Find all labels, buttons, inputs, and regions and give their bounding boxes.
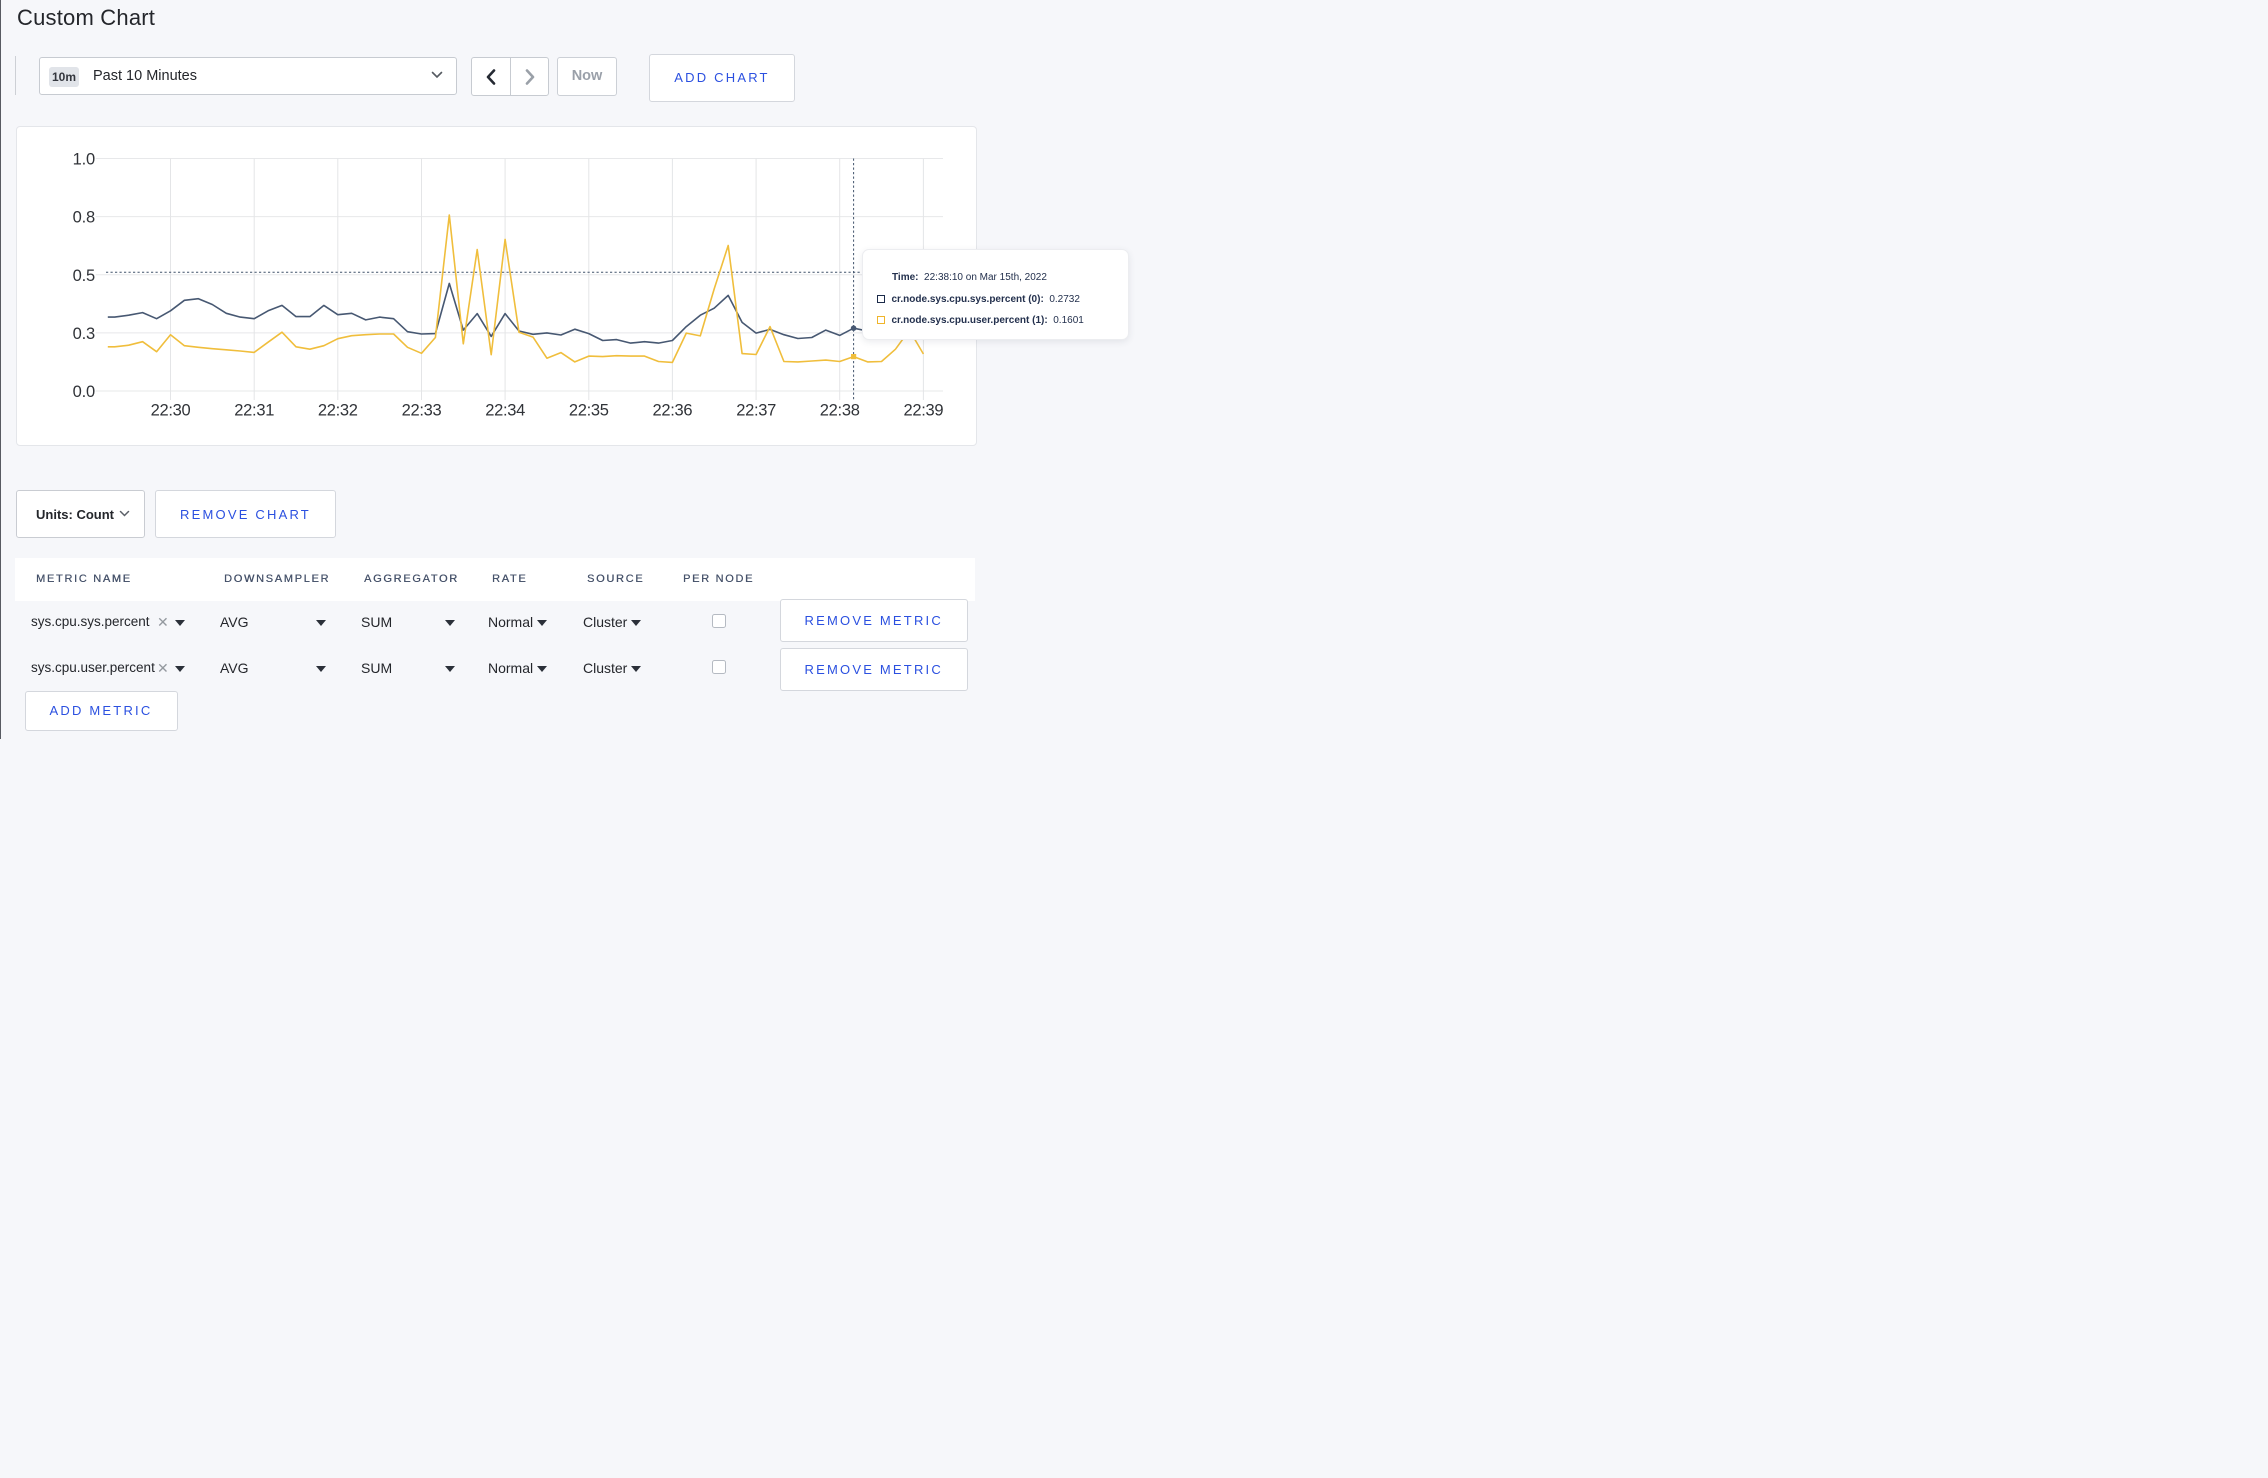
svg-text:0.5: 0.5 (73, 267, 95, 285)
svg-text:22:38: 22:38 (820, 402, 860, 420)
svg-text:22:36: 22:36 (653, 402, 693, 420)
svg-text:0.3: 0.3 (73, 325, 95, 343)
svg-text:22:33: 22:33 (402, 402, 442, 420)
svg-text:0.0: 0.0 (73, 383, 95, 401)
svg-text:22:32: 22:32 (318, 402, 358, 420)
svg-text:22:30: 22:30 (151, 402, 191, 420)
svg-text:22:37: 22:37 (736, 402, 776, 420)
svg-text:22:31: 22:31 (234, 402, 274, 420)
svg-text:22:35: 22:35 (569, 402, 609, 420)
svg-text:22:39: 22:39 (904, 402, 944, 420)
svg-text:22:34: 22:34 (485, 402, 525, 420)
svg-text:1.0: 1.0 (73, 151, 95, 169)
svg-text:0.8: 0.8 (73, 209, 95, 227)
